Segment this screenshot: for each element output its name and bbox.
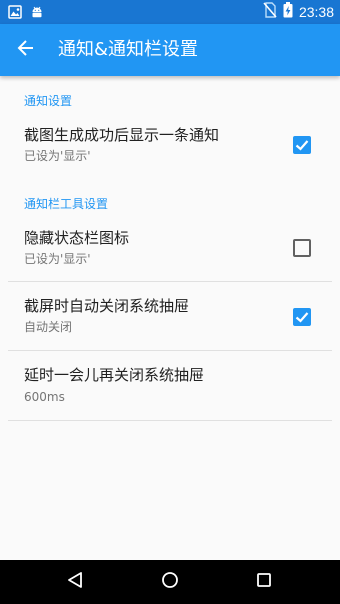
no-sim-icon (263, 2, 277, 22)
pref-show-notification-on-capture[interactable]: 截图生成成功后显示一条通知 已设为'显示' (0, 112, 340, 176)
app-bar: 通知&通知栏设置 (0, 24, 340, 76)
pref-title: 隐藏状态栏图标 (24, 229, 130, 247)
settings-screen: 23:38 通知&通知栏设置 通知设置 截图生成成功后显示一条通知 已设为'显示… (0, 0, 340, 604)
section-header-notification-bar-tools: 通知栏工具设置 (24, 197, 109, 211)
preference-list: 通知设置 截图生成成功后显示一条通知 已设为'显示' 通知栏工具设置 隐藏状态栏… (0, 76, 340, 560)
pref-summary: 600ms (24, 390, 65, 404)
pref-summary: 自动关闭 (24, 320, 73, 334)
pref-delay-close-drawer[interactable]: 延时一会儿再关闭系统抽屉 600ms (0, 351, 340, 420)
check-icon (295, 312, 309, 323)
back-button[interactable] (8, 32, 44, 68)
battery-charging-icon (283, 2, 293, 22)
pref-title: 截图生成成功后显示一条通知 (24, 126, 220, 144)
pref-title: 延时一会儿再关闭系统抽屉 (24, 366, 205, 384)
status-time: 23:38 (298, 4, 334, 20)
divider (8, 420, 332, 421)
checkbox-show-notification[interactable] (293, 136, 311, 154)
nav-recents-button[interactable] (249, 568, 279, 596)
page-title: 通知&通知栏设置 (58, 39, 199, 60)
status-bar: 23:38 (0, 0, 340, 24)
navigation-bar (0, 560, 340, 604)
pref-auto-close-drawer[interactable]: 截屏时自动关闭系统抽屉 自动关闭 (0, 282, 340, 350)
back-triangle-icon (66, 571, 84, 593)
pref-hide-status-bar-icon[interactable]: 隐藏状态栏图标 已设为'显示' (0, 214, 340, 281)
arrow-back-icon (17, 39, 35, 61)
status-bar-notifications (8, 4, 44, 23)
pref-summary: 已设为'显示' (24, 149, 91, 163)
section-header-notification: 通知设置 (24, 94, 73, 108)
pref-summary: 已设为'显示' (24, 252, 91, 266)
nav-back-button[interactable] (60, 568, 90, 596)
check-icon (295, 140, 309, 151)
nav-home-button[interactable] (155, 568, 185, 596)
android-notification-icon (30, 4, 44, 23)
recents-square-icon (255, 571, 273, 593)
checkbox-hide-status-bar-icon[interactable] (293, 239, 311, 257)
status-bar-system: 23:38 (263, 2, 334, 22)
pref-title: 截屏时自动关闭系统抽屉 (24, 297, 190, 315)
checkbox-auto-close-drawer[interactable] (293, 308, 311, 326)
home-circle-icon (161, 571, 179, 593)
image-notification-icon (8, 4, 22, 23)
